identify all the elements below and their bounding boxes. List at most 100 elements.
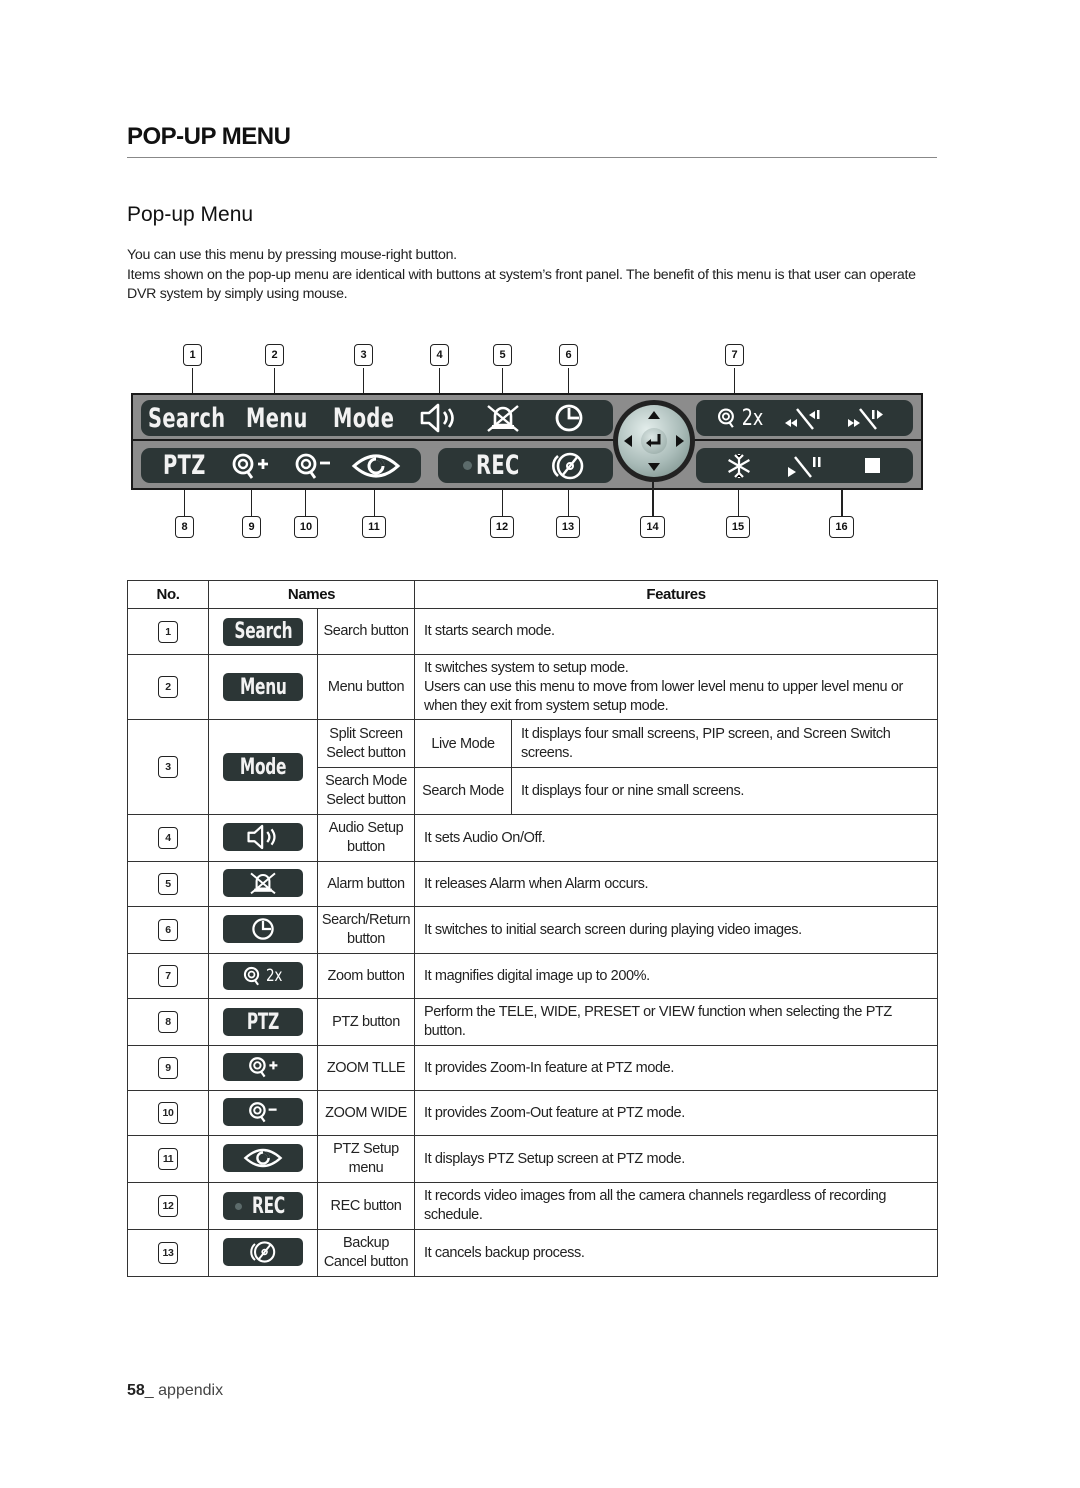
row-number: 8: [158, 1011, 178, 1033]
alarm-button-image: [223, 869, 303, 897]
fast-forward-button[interactable]: [845, 402, 887, 434]
row-name: ZOOM TLLE: [317, 1045, 415, 1091]
table-row: 5 Alarm button It releases Alarm when Al…: [127, 861, 938, 907]
callout-14: 14: [640, 516, 665, 538]
fast-forward-icon: [846, 403, 886, 433]
intro-text: You can use this menu by pressing mouse-…: [127, 246, 939, 305]
row-name: Split Screen Select button: [317, 719, 415, 768]
row-name: ZOOM WIDE: [317, 1090, 415, 1136]
mode-button[interactable]: Mode: [333, 400, 418, 436]
zoom-button-image: 2x: [223, 961, 303, 990]
menu-button[interactable]: Menu: [246, 400, 332, 436]
callout-leader: [568, 490, 570, 516]
callout-12: 12: [490, 516, 514, 538]
table-row: 11 PTZ Setup menu It displays PTZ Setup …: [127, 1135, 938, 1183]
row-number: 5: [158, 873, 178, 895]
row-feature: It displays four or nine small screens.: [511, 767, 938, 815]
callout-leader: [568, 368, 570, 395]
row-feature: It sets Audio On/Off.: [414, 814, 938, 862]
joystick-enter[interactable]: [641, 428, 667, 454]
callout-leader: [734, 368, 736, 395]
mode-button-image: Mode: [223, 753, 303, 781]
zoom-out-icon: [293, 451, 333, 481]
play-pause-icon: [785, 451, 825, 481]
backup-cancel-button[interactable]: [547, 450, 589, 482]
callout-leader: [363, 368, 365, 395]
zoom-tele-button[interactable]: [229, 450, 271, 482]
backup-cancel-button-image: [223, 1238, 303, 1266]
button-label: Mode: [239, 754, 287, 780]
table-row: 6 Search/Return button It switches to in…: [127, 906, 938, 954]
header-names: Names: [208, 580, 415, 609]
row-mode: Live Mode: [414, 719, 512, 768]
freeze-button[interactable]: [723, 450, 755, 482]
callout-11: 11: [362, 516, 386, 538]
row-number: 3: [158, 756, 178, 778]
button-label: REC: [251, 1193, 285, 1219]
zoom-wide-button-image: [223, 1098, 303, 1126]
menu-button-image: Menu: [223, 673, 303, 701]
header-features: Features: [414, 580, 938, 609]
search-return-button-image: [223, 915, 303, 943]
ptz-button[interactable]: PTZ: [163, 448, 222, 483]
table-row: 3 Mode Split Screen Select button Live M…: [127, 719, 938, 815]
section-title: POP-UP MENU: [127, 123, 291, 150]
stop-button[interactable]: [856, 450, 888, 482]
callout-1: 1: [183, 344, 202, 366]
table-row: 2 Menu Menu button It switches system to…: [127, 654, 938, 720]
zoom-in-icon: [247, 1055, 279, 1079]
callout-4: 4: [430, 344, 449, 366]
search-button[interactable]: Search: [148, 400, 256, 436]
callout-leader: [184, 490, 186, 516]
callout-leader: [841, 490, 843, 516]
rewind-button[interactable]: [782, 402, 824, 434]
callout-8: 8: [175, 516, 194, 538]
stop-icon: [857, 451, 887, 481]
rec-label: REC: [476, 450, 520, 481]
row-feature: It provides Zoom-Out feature at PTZ mode…: [414, 1090, 938, 1136]
table-row: 9 ZOOM TLLE It provides Zoom-In feature …: [127, 1045, 938, 1091]
joystick[interactable]: [613, 400, 695, 482]
menu-label: Menu: [246, 402, 308, 434]
row-feature: It cancels backup process.: [414, 1229, 938, 1277]
row-name: PTZ button: [317, 998, 415, 1046]
ptz-setup-button[interactable]: [350, 450, 402, 482]
row-number: 6: [158, 919, 178, 941]
callout-16: 16: [829, 516, 854, 538]
button-label: Search: [234, 619, 292, 644]
table-row: 4 Audio Setup button It sets Audio On/Of…: [127, 814, 938, 862]
zoom-2x-icon: [242, 965, 264, 987]
callout-leader: [274, 368, 276, 395]
row-feature: It magnifies digital image up to 200%.: [414, 953, 938, 999]
rec-button[interactable]: REC: [463, 448, 537, 483]
callout-3: 3: [354, 344, 373, 366]
alarm-button[interactable]: [482, 402, 524, 434]
intro-line: Items shown on the pop-up menu are ident…: [127, 266, 916, 303]
row-feature: It provides Zoom-In feature at PTZ mode.: [414, 1045, 938, 1091]
audio-button[interactable]: [418, 402, 460, 434]
zoom-2x-button[interactable]: 2x: [716, 402, 766, 434]
rec-dot-icon: [234, 1202, 242, 1210]
row-feature: It records video images from all the cam…: [414, 1182, 938, 1230]
play-pause-button[interactable]: [784, 450, 826, 482]
row-name: Menu button: [317, 654, 415, 720]
row-name: PTZ Setup menu: [317, 1135, 415, 1183]
features-table: No. Names Features 1 Search Search butto…: [127, 580, 938, 1277]
row-feature: It switches to initial search screen dur…: [414, 906, 938, 954]
search-return-button[interactable]: [548, 402, 590, 434]
speaker-icon: [419, 403, 459, 433]
callout-leader: [374, 490, 376, 516]
callout-13: 13: [556, 516, 580, 538]
row-number: 4: [158, 827, 178, 849]
eye-icon: [243, 1146, 283, 1170]
callout-leader: [652, 482, 654, 516]
alarm-icon: [246, 871, 280, 895]
ptz-setup-button-image: [223, 1144, 303, 1172]
zoom-wide-button[interactable]: [292, 450, 334, 482]
table-row: 1 Search Search button It starts search …: [127, 608, 938, 655]
zoom-2x-icon: [716, 405, 739, 431]
row-number: 7: [158, 965, 178, 987]
page-footer: 58_ appendix: [127, 1382, 223, 1400]
zoom-out-icon: [247, 1100, 279, 1124]
callout-leader: [251, 490, 253, 516]
